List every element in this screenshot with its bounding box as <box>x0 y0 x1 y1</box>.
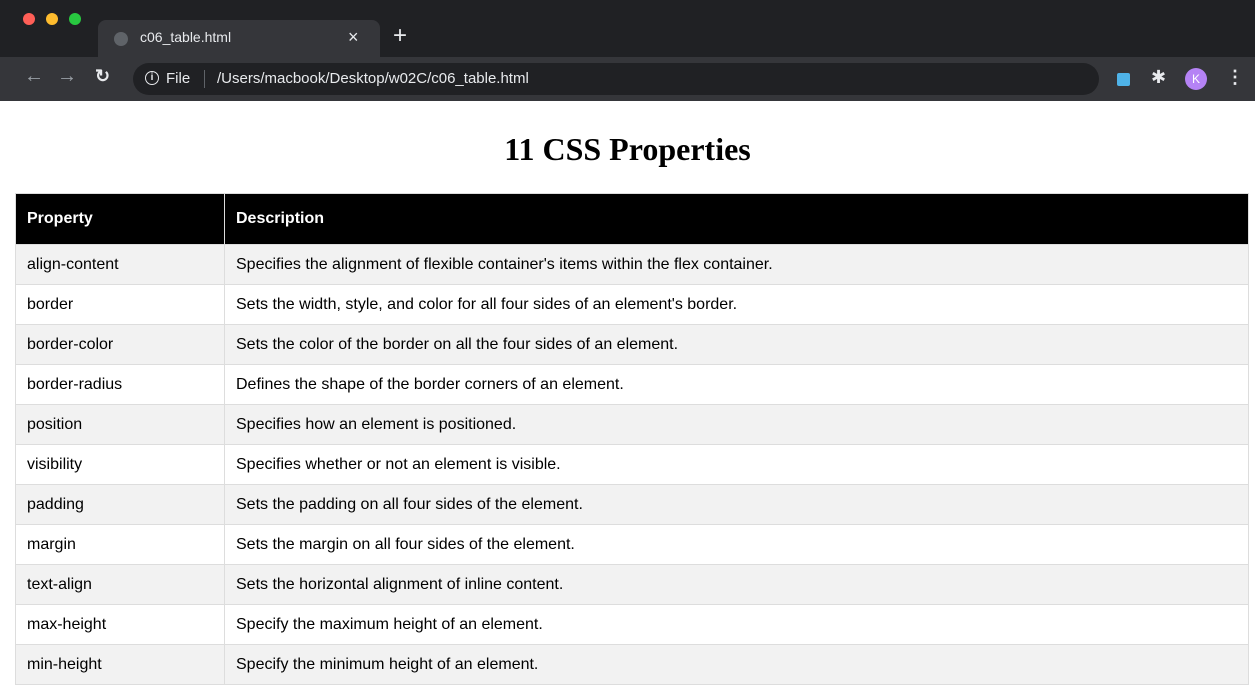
info-icon[interactable]: i <box>145 71 159 85</box>
tab-close-icon[interactable]: × <box>348 27 359 47</box>
tab-strip: c06_table.html × + <box>0 0 1255 57</box>
description-cell: Sets the padding on all four sides of th… <box>224 484 1249 525</box>
reload-icon[interactable]: ↻ <box>95 66 110 87</box>
table-row: border-radius Defines the shape of the b… <box>15 364 1249 405</box>
profile-avatar[interactable]: K <box>1185 68 1207 90</box>
browser-toolbar: ← → ↻ i File /Users/macbook/Desktop/w02C… <box>0 57 1255 101</box>
property-cell: padding <box>15 484 225 525</box>
table-row: border Sets the width, style, and color … <box>15 284 1249 325</box>
scheme-label: File <box>166 70 191 87</box>
table-row: position Specifies how an element is pos… <box>15 404 1249 445</box>
table-row: max-height Specify the maximum height of… <box>15 604 1249 645</box>
description-cell: Specifies the alignment of flexible cont… <box>224 244 1249 285</box>
table-row: padding Sets the padding on all four sid… <box>15 484 1249 525</box>
table-row: visibility Specifies whether or not an e… <box>15 444 1249 485</box>
window-zoom-button[interactable] <box>69 13 81 25</box>
column-header-description: Description <box>224 193 1249 245</box>
property-cell: border-radius <box>15 364 225 405</box>
description-cell: Sets the horizontal alignment of inline … <box>224 564 1249 605</box>
property-cell: max-height <box>15 604 225 645</box>
property-cell: position <box>15 404 225 445</box>
extension-icon[interactable] <box>1117 73 1130 86</box>
column-header-property: Property <box>15 193 225 245</box>
description-cell: Defines the shape of the border corners … <box>224 364 1249 405</box>
description-cell: Specify the maximum height of an element… <box>224 604 1249 645</box>
property-cell: min-height <box>15 644 225 685</box>
browser-tab[interactable]: c06_table.html × <box>98 20 380 57</box>
browser-chrome: c06_table.html × + ← → ↻ i File /Users/m… <box>0 0 1255 101</box>
property-cell: text-align <box>15 564 225 605</box>
description-cell: Sets the width, style, and color for all… <box>224 284 1249 325</box>
table-row: border-color Sets the color of the borde… <box>15 324 1249 365</box>
url-text[interactable]: /Users/macbook/Desktop/w02C/c06_table.ht… <box>217 70 529 87</box>
tab-title: c06_table.html <box>140 29 232 45</box>
omnibox-divider <box>204 70 205 88</box>
table-row: align-content Specifies the alignment of… <box>15 244 1249 285</box>
property-cell: align-content <box>15 244 225 285</box>
window-close-button[interactable] <box>23 13 35 25</box>
page-content: 11 CSS Properties Property Description a… <box>0 101 1255 696</box>
table-row: text-align Sets the horizontal alignment… <box>15 564 1249 605</box>
description-cell: Specifies whether or not an element is v… <box>224 444 1249 485</box>
table-row: margin Sets the margin on all four sides… <box>15 524 1249 565</box>
table-row: min-height Specify the minimum height of… <box>15 644 1249 685</box>
description-cell: Specifies how an element is positioned. <box>224 404 1249 445</box>
address-bar[interactable]: i File /Users/macbook/Desktop/w02C/c06_t… <box>133 63 1208 95</box>
description-cell: Sets the color of the border on all the … <box>224 324 1249 365</box>
property-cell: visibility <box>15 444 225 485</box>
property-cell: margin <box>15 524 225 565</box>
description-cell: Sets the margin on all four sides of the… <box>224 524 1249 565</box>
forward-arrow-icon[interactable]: → <box>57 65 77 88</box>
globe-icon <box>114 32 128 46</box>
page-title: 11 CSS Properties <box>504 131 751 167</box>
property-cell: border-color <box>15 324 225 365</box>
description-cell: Specify the minimum height of an element… <box>224 644 1249 685</box>
table-header-row: Property Description <box>15 193 1249 245</box>
puzzle-icon[interactable]: ✱ <box>1151 67 1166 88</box>
css-properties-table: Property Description align-content Speci… <box>15 193 1249 685</box>
kebab-menu-icon[interactable]: ⋮ <box>1226 67 1244 88</box>
back-arrow-icon[interactable]: ← <box>24 65 44 88</box>
new-tab-button[interactable]: + <box>393 24 407 48</box>
property-cell: border <box>15 284 225 325</box>
window-minimize-button[interactable] <box>46 13 58 25</box>
